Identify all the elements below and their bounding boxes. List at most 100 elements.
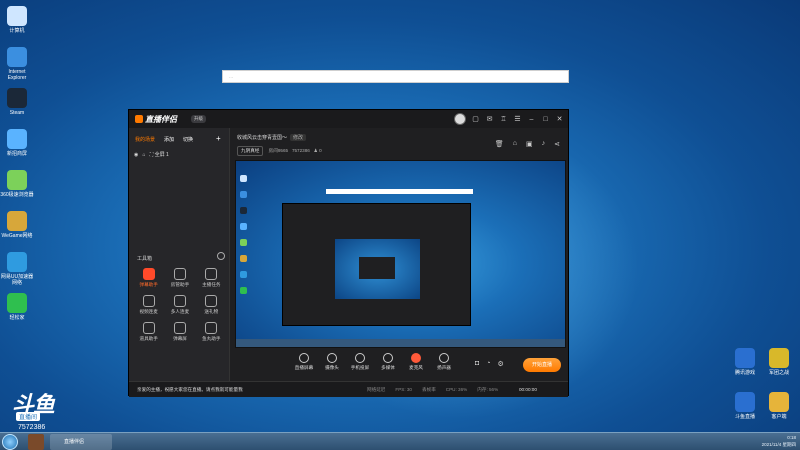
tool-label: 送礼物 bbox=[204, 309, 219, 314]
game2-icon bbox=[769, 348, 789, 368]
preview-nested-window bbox=[282, 203, 471, 326]
stream-title[interactable]: 收城风云击穿青壹国～ bbox=[237, 135, 287, 141]
desktop-icon-7[interactable]: 轻松家 bbox=[0, 293, 34, 321]
category-tag[interactable]: 九阴真经 bbox=[237, 146, 264, 156]
settings-icon[interactable]: ⚙ bbox=[497, 360, 503, 368]
maximize-icon[interactable]: □ bbox=[541, 115, 550, 124]
avatar[interactable] bbox=[454, 113, 466, 125]
sidebar: 我的场景 添加 切换 + ◉ ⌂ ⛶ 全屏 1 工具箱 弹幕助手 房管助手 主播任务… bbox=[129, 128, 230, 397]
control-button[interactable]: 摄像头 bbox=[322, 353, 342, 371]
minimize-icon[interactable]: – bbox=[527, 115, 536, 124]
desktop-icon-4[interactable]: 360极速浏览器 bbox=[0, 170, 34, 198]
taskbar-item-label: 直播伴侣 bbox=[64, 439, 85, 445]
clock-time[interactable]: 0:18 bbox=[762, 434, 796, 441]
tool-item[interactable]: 房管助手 bbox=[164, 268, 195, 288]
tab-my-scenes[interactable]: 我的场景 bbox=[135, 136, 155, 143]
tool-item[interactable]: 视频连麦 bbox=[133, 295, 164, 315]
clock-date[interactable]: 2021/11/4 星期四 bbox=[762, 441, 796, 448]
eye-icon[interactable]: ◉ bbox=[134, 152, 138, 158]
taskbar-item-live-companion[interactable]: 直播伴侣 bbox=[50, 434, 112, 450]
desktop-icon-6[interactable]: 网易UU加速器网络 bbox=[0, 252, 34, 286]
status-stat: CPU: 36% bbox=[445, 387, 468, 392]
desktop-icon-right-3[interactable]: 客户端 bbox=[762, 392, 796, 420]
share-icon[interactable]: ⋖ bbox=[554, 140, 560, 148]
upgrade-badge[interactable]: 升级 bbox=[191, 115, 206, 123]
computer-icon bbox=[7, 6, 27, 26]
tool-item[interactable]: 道具助手 bbox=[133, 322, 164, 342]
fans-count: 7572386 bbox=[291, 148, 310, 153]
control-button[interactable]: 直播屏幕 bbox=[294, 353, 314, 371]
tab-add[interactable]: 添加 bbox=[164, 136, 174, 143]
tool-icon bbox=[142, 268, 155, 280]
tool-item[interactable]: 送礼物 bbox=[196, 295, 227, 315]
desktop-icon-label: 360极速浏览器 bbox=[0, 192, 34, 198]
control-icon bbox=[383, 353, 393, 363]
tool-icon bbox=[173, 322, 186, 334]
control-button[interactable]: 手机投屏 bbox=[350, 353, 370, 371]
desktop-icon-2[interactable]: Steam bbox=[0, 88, 34, 116]
address-bar[interactable]: ... bbox=[222, 70, 569, 83]
status-stat: 丢帧率 bbox=[422, 387, 436, 392]
desktop-icon-right-0[interactable]: 腾讯游戏 bbox=[728, 348, 762, 376]
tool-item[interactable]: 主播任务 bbox=[196, 268, 227, 288]
shop-icon[interactable]: ▣ bbox=[526, 140, 533, 148]
start-live-button[interactable]: 开始直播 bbox=[523, 358, 561, 372]
bag-icon[interactable]: ▢ bbox=[471, 115, 480, 124]
mail-icon[interactable]: ✉ bbox=[485, 115, 494, 124]
toolbox-more-icon[interactable] bbox=[217, 252, 225, 260]
tool-label: 弹幕助手 bbox=[139, 282, 158, 287]
desktop-icon-0[interactable]: 计算机 bbox=[0, 6, 34, 34]
tab-switch[interactable]: 切换 bbox=[183, 136, 193, 143]
desktop-icon-right-1[interactable]: 军团之战 bbox=[762, 348, 796, 376]
control-label: 摄像头 bbox=[325, 365, 339, 370]
menu-icon[interactable]: ☰ bbox=[513, 115, 522, 124]
control-icon bbox=[439, 353, 449, 363]
lock-icon[interactable]: ⌂ bbox=[143, 152, 146, 158]
edit-badge[interactable]: 修改 bbox=[290, 134, 307, 141]
control-button[interactable]: 多媒体 bbox=[378, 353, 398, 371]
timer-icon[interactable]: ◔ bbox=[486, 360, 490, 368]
add-scene-icon[interactable]: + bbox=[216, 135, 221, 143]
control-button[interactable]: 麦克风 bbox=[406, 353, 426, 371]
trash-icon[interactable]: 🗑 bbox=[495, 140, 504, 148]
control-label: 扬声器 bbox=[437, 365, 451, 370]
shirt-icon[interactable]: ♖ bbox=[499, 115, 508, 124]
status-stats: 网络延迟 FPS: 30 丢帧率 CPU: 36% 内存: 56% bbox=[367, 387, 498, 393]
desktop-icon-label: 新招商屏 bbox=[6, 151, 27, 157]
douyu-logo-icon bbox=[135, 115, 143, 123]
tool-label: 鱼丸助手 bbox=[202, 336, 221, 341]
lock-scene-icon[interactable]: ⌂ bbox=[513, 140, 517, 148]
control-button[interactable]: 扬声器 bbox=[434, 353, 454, 371]
room-number: 房间9565 bbox=[268, 148, 289, 153]
scene-item[interactable]: ◉ ⌂ ⛶ 全屏 1 bbox=[134, 151, 169, 158]
source-controls: 直播屏幕 摄像头 手机投屏 多媒体 麦克风 扬声器 bbox=[294, 353, 454, 371]
toolbox-grid: 弹幕助手 房管助手 主播任务视频连麦 多人连麦 送礼物道具助手 弹幕屏 鱼丸助手 bbox=[133, 268, 227, 342]
tool-item[interactable]: 弹幕助手 bbox=[133, 268, 164, 288]
desktop-icon-1[interactable]: Internet Explorer bbox=[0, 47, 34, 81]
steam-icon bbox=[7, 88, 27, 108]
start-button[interactable] bbox=[2, 434, 18, 450]
close-icon[interactable]: ✕ bbox=[555, 115, 564, 124]
control-label: 麦克风 bbox=[409, 365, 423, 370]
control-label: 多媒体 bbox=[381, 365, 395, 370]
desktop-icon-3[interactable]: 新招商屏 bbox=[0, 129, 34, 157]
taskbar-game-icon[interactable] bbox=[28, 434, 44, 450]
tool-item[interactable]: 弹幕屏 bbox=[164, 322, 195, 342]
live-timer: 00:00:00 bbox=[519, 387, 537, 392]
bell-icon[interactable]: ♪ bbox=[542, 140, 546, 148]
desktop-icon-label: 斗鱼直播 bbox=[734, 414, 755, 420]
preview-desktop-icons bbox=[240, 175, 248, 303]
stream-preview[interactable] bbox=[235, 160, 566, 348]
desktop-icon-5[interactable]: WeGame网络 bbox=[0, 211, 34, 239]
desktop-icon-right-2[interactable]: 斗鱼直播 bbox=[728, 392, 762, 420]
scene-tabs: 我的场景 添加 切换 + bbox=[135, 135, 221, 144]
record-icon[interactable]: ◘ bbox=[475, 360, 479, 368]
tool-item[interactable]: 鱼丸助手 bbox=[196, 322, 227, 342]
tool-icon bbox=[205, 268, 218, 280]
scene-label: 全屏 1 bbox=[154, 152, 169, 158]
tool-item[interactable]: 多人连麦 bbox=[164, 295, 195, 315]
desktop-icon-label: 军团之战 bbox=[768, 370, 789, 376]
room-id-watermark: 7572386 bbox=[18, 424, 46, 431]
aux-controls: ◘ ◔ ⚙ bbox=[475, 360, 504, 368]
tool-label: 多人连麦 bbox=[170, 309, 190, 314]
